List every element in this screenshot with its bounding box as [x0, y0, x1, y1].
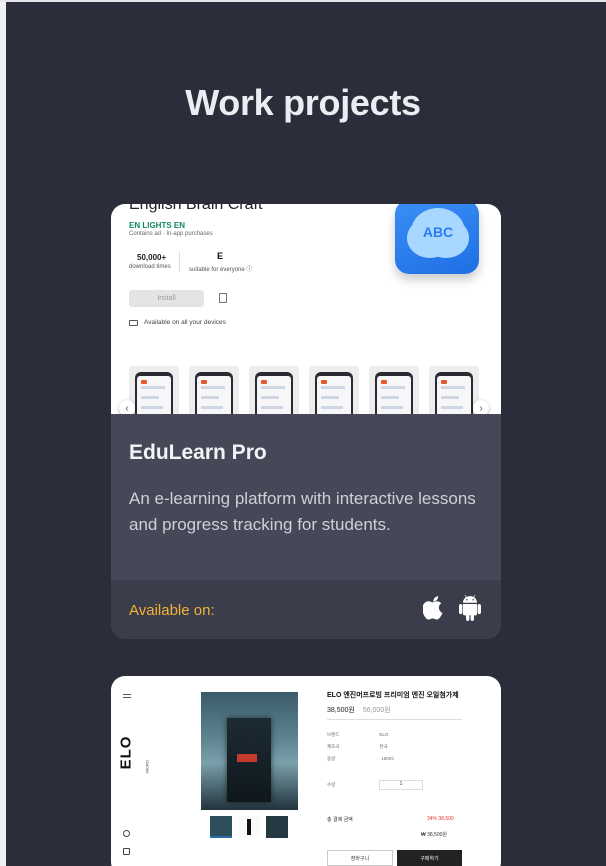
screenshot-carousel	[129, 366, 501, 414]
product-price: 38,500원 56,000원	[327, 705, 391, 715]
buy-now-button: 구매하기	[397, 850, 462, 866]
project-card-edulearn[interactable]: English Brain Craft EN LIGHTS EN Contain…	[111, 204, 501, 639]
android-icon[interactable]	[459, 595, 481, 621]
stat-divider	[179, 252, 180, 272]
apple-icon[interactable]	[423, 596, 445, 620]
product-image	[201, 692, 298, 810]
product-thumbnail	[210, 816, 232, 838]
brand-logo: ELO	[117, 735, 135, 770]
quantity-label: 수량	[327, 782, 336, 787]
sub-price: 56,000원	[362, 707, 391, 714]
phone-screenshot	[309, 366, 359, 414]
phone-screenshot	[129, 366, 179, 414]
content-rating-label: suitable for everyone ⓘ	[189, 267, 253, 273]
carousel-next-icon: ›	[473, 400, 489, 414]
browser-frame-edge	[0, 0, 6, 866]
cloud-icon: ABC	[411, 208, 465, 256]
content-rating-icon: E	[217, 251, 224, 261]
app-name: English Brain Craft	[129, 204, 263, 213]
project-footer: Available on:	[111, 580, 501, 639]
quantity-stepper: 1	[379, 780, 423, 790]
phone-screenshot	[369, 366, 419, 414]
spec-row: 제조국 한국	[327, 744, 388, 749]
app-icon-text: ABC	[422, 224, 454, 240]
product-thumbnail	[238, 816, 260, 838]
downloads-value: 50,000+	[137, 253, 167, 262]
product-title: ELO 엔진머프로빙 프리미엄 엔진 오일첨가제	[327, 692, 459, 699]
app-developer: EN LIGHTS EN	[129, 221, 186, 230]
menu-icon	[123, 694, 131, 698]
divider	[327, 719, 462, 720]
wishlist-icon	[219, 293, 227, 303]
app-meta: Contains ad · In-app purchases	[129, 231, 213, 237]
discount-text: 34% 38,500	[427, 816, 454, 822]
price-value: 38,500원	[327, 707, 355, 714]
phone-screenshot	[429, 366, 479, 414]
app-icon: ABC	[395, 204, 479, 274]
search-icon	[123, 830, 130, 837]
downloads-label: download times	[129, 264, 171, 270]
shopping-bag-icon	[123, 848, 130, 855]
project-screenshot: English Brain Craft EN LIGHTS EN Contain…	[111, 204, 501, 414]
phone-screenshot	[249, 366, 299, 414]
total-value: ₩ 38,500원	[421, 832, 448, 838]
browser-frame-top	[0, 0, 606, 2]
project-card-elo[interactable]: ELO MICRO ELO 엔진머프로빙 프리미엄 엔진 오일첨가제 38,50…	[111, 676, 501, 866]
devices-label: Available on all your devices	[144, 319, 226, 326]
brand-subtitle: MICRO	[144, 760, 150, 774]
product-box	[227, 718, 271, 802]
total-label: 총 결제 금액	[327, 817, 353, 823]
product-thumbnail	[266, 816, 288, 838]
phone-screenshot	[189, 366, 239, 414]
available-on-label: Available on:	[129, 602, 215, 619]
carousel-prev-icon: ‹	[119, 400, 135, 414]
project-title: EduLearn Pro	[129, 441, 267, 464]
spec-row: 용량 150ml	[327, 756, 394, 761]
project-description: An e-learning platform with interactive …	[129, 489, 476, 534]
section-title: Work projects	[185, 82, 421, 123]
install-button: Install	[129, 290, 204, 307]
add-to-cart-button: 장바구니	[327, 850, 393, 866]
spec-row: 브랜드 ELO	[327, 732, 389, 737]
devices-icon	[129, 320, 138, 326]
